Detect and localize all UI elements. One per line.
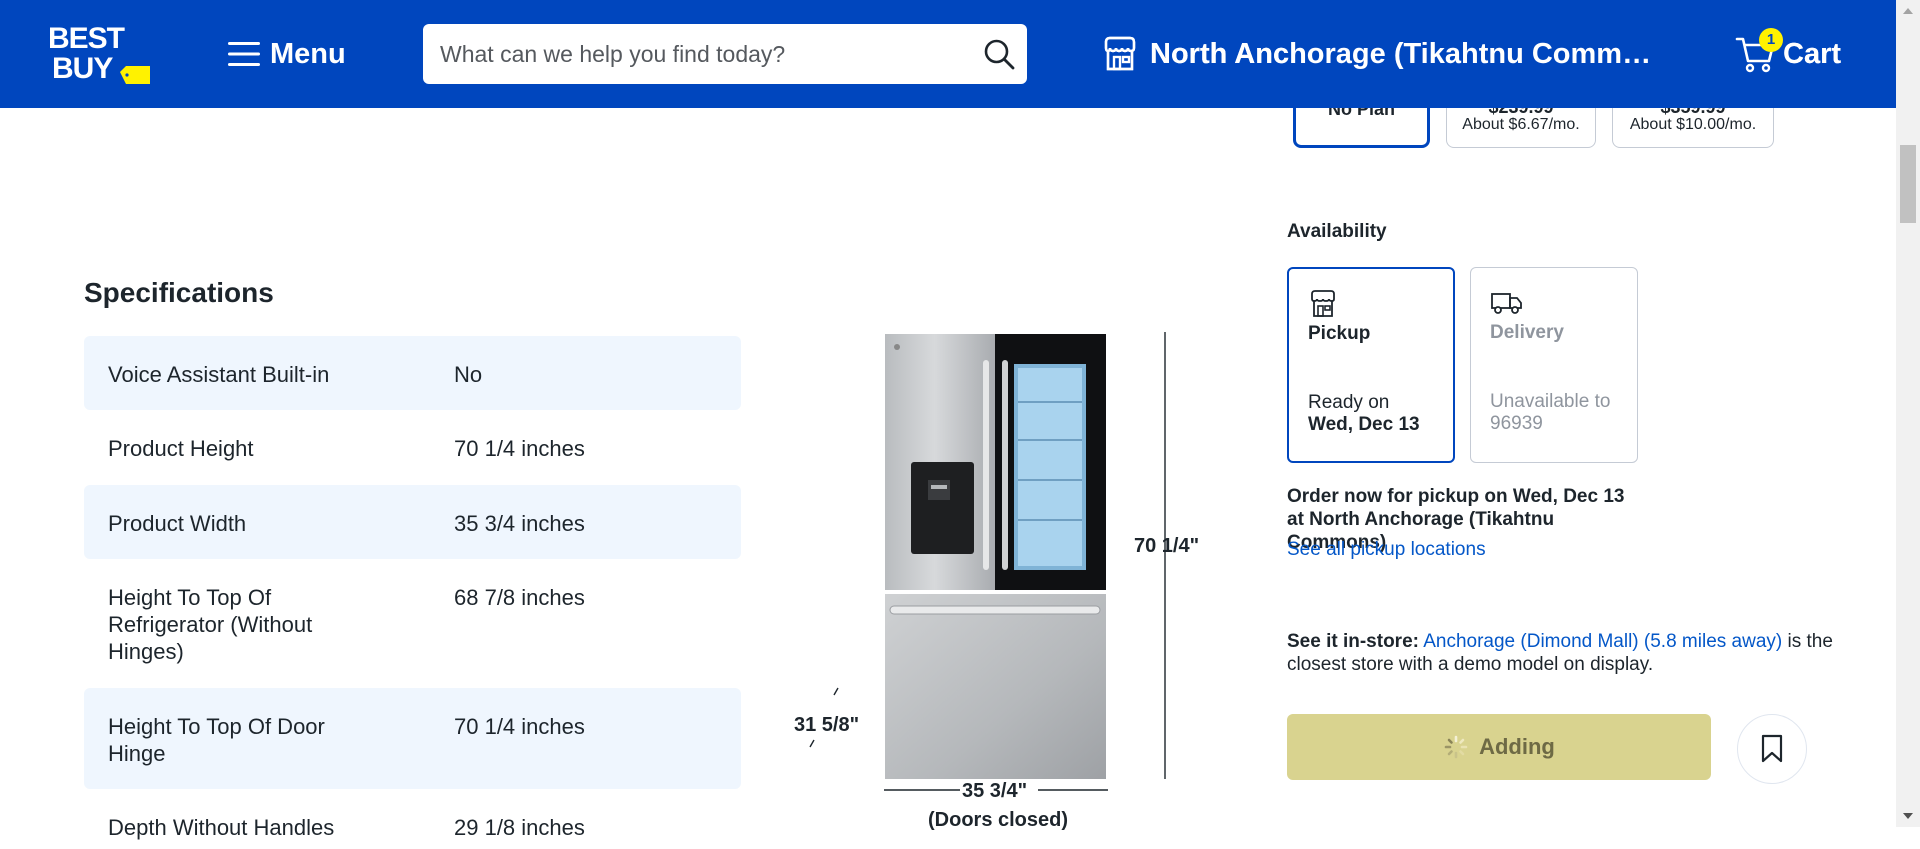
pickup-label: Pickup: [1308, 323, 1371, 344]
plan-option-3yr[interactable]: $359.99 About $10.00/mo.: [1612, 78, 1774, 148]
plan-price: $239.99: [1488, 97, 1554, 117]
specifications-heading: Specifications: [84, 277, 274, 308]
plan-price: No Plan: [1327, 99, 1395, 119]
plan-option-no-plan[interactable]: No Plan: [1293, 78, 1430, 148]
see-all-pickup-locations-link[interactable]: See all pickup locations: [1287, 539, 1486, 561]
spec-value: 70 1/4 inches: [454, 714, 585, 739]
store-pickup-icon: [1311, 290, 1335, 317]
see-it-in-store: See it in-store: Anchorage (Dimond Mall)…: [1287, 630, 1847, 676]
bookmark-icon: [1761, 734, 1783, 763]
availability-heading: Availability: [1287, 221, 1387, 242]
width-dimension-label: 35 3/4": [962, 780, 1028, 802]
cart-label: Cart: [1783, 37, 1842, 70]
store-icon: [1104, 36, 1136, 71]
search-input[interactable]: [438, 39, 962, 69]
width-dimension-note: (Doors closed): [928, 809, 1069, 831]
spec-name: Height To Top Of Door Hinge: [108, 714, 325, 766]
delivery-option-card[interactable]: Delivery Unavailable to 96939: [1470, 267, 1638, 463]
spec-name: Product Height: [108, 436, 254, 461]
spec-row: Height To Top Of Refrigerator (Without H…: [84, 559, 741, 688]
search-icon[interactable]: [983, 38, 1015, 70]
save-for-later-button[interactable]: [1737, 714, 1807, 784]
svg-text:BUY: BUY: [52, 52, 113, 85]
store-label: North Anchorage (Tikahtnu Commons): [1150, 37, 1655, 70]
spec-value: 29 1/8 inches: [454, 815, 585, 840]
plan-option-2yr[interactable]: $239.99 About $6.67/mo.: [1446, 78, 1596, 148]
delivery-zip: 96939: [1490, 413, 1543, 434]
height-dimension-label: 70 1/4": [1134, 535, 1200, 557]
menu-label: Menu: [270, 37, 346, 70]
spec-row: Product Height 70 1/4 inches: [84, 410, 741, 485]
scroll-up-arrow-icon[interactable]: [1903, 8, 1913, 14]
spec-name: Voice Assistant Built-in: [108, 362, 330, 387]
pickup-option-card[interactable]: Pickup Ready on Wed, Dec 13: [1287, 267, 1455, 463]
cart-icon-wrap: 1: [1735, 28, 1783, 75]
add-to-cart-button[interactable]: Adding: [1287, 714, 1711, 780]
spec-row: Depth Without Handles 29 1/8 inches: [84, 789, 741, 849]
scroll-thumb[interactable]: [1900, 145, 1916, 223]
spec-value: 68 7/8 inches: [454, 585, 585, 610]
spec-value: 35 3/4 inches: [454, 511, 585, 536]
cart-count-badge: 1: [1759, 28, 1783, 52]
spec-value: 70 1/4 inches: [454, 436, 585, 461]
spec-name: Depth Without Handles: [108, 815, 335, 840]
plan-monthly: About $6.67/mo.: [1462, 116, 1580, 133]
spec-row: Product Width 35 3/4 inches: [84, 485, 741, 559]
delivery-status: Unavailable to: [1490, 391, 1611, 412]
refrigerator-illustration: [809, 332, 1166, 791]
plan-price: $359.99: [1660, 97, 1726, 117]
search-box: [423, 24, 1027, 84]
cart-button-overlay[interactable]: 1 Cart: [1735, 28, 1842, 78]
pickup-status: Ready on: [1308, 392, 1390, 413]
menu-button[interactable]: Menu: [228, 34, 346, 74]
best-buy-logo-mark: BEST BUY: [48, 22, 150, 85]
delivery-label: Delivery: [1490, 322, 1564, 343]
loading-spinner-icon: [1444, 735, 1468, 759]
pickup-date: Wed, Dec 13: [1308, 414, 1420, 435]
spec-value: No: [454, 362, 483, 387]
spec-row: Height To Top Of Door Hinge 70 1/4 inche…: [84, 688, 741, 789]
delivery-truck-icon: [1491, 293, 1522, 314]
depth-dimension-label: 31 5/8": [794, 714, 860, 736]
spec-name: Product Width: [108, 511, 247, 536]
page-scrollbar[interactable]: [1896, 0, 1920, 827]
spec-row: Voice Assistant Built-in No: [84, 336, 741, 410]
add-to-cart-label: Adding: [1479, 734, 1555, 759]
svg-text:BEST: BEST: [48, 22, 125, 55]
spec-name: Height To Top Of Refrigerator (Without H…: [108, 585, 313, 664]
instore-store-link[interactable]: Anchorage (Dimond Mall) (5.8 miles away): [1423, 631, 1782, 652]
specifications-table: Voice Assistant Built-in No Product Heig…: [84, 336, 741, 849]
product-dimension-image: 70 1/4" 35 3/4" (Doors closed) 31 5/8": [780, 320, 1240, 831]
plan-monthly: About $10.00/mo.: [1629, 116, 1757, 133]
hamburger-icon: [228, 42, 260, 66]
instore-label: See it in-store:: [1287, 631, 1419, 652]
scroll-down-arrow-icon[interactable]: [1903, 813, 1913, 819]
best-buy-logo[interactable]: BEST BUY: [48, 22, 152, 88]
store-selector-overlay[interactable]: North Anchorage (Tikahtnu Commons): [1100, 30, 1655, 78]
